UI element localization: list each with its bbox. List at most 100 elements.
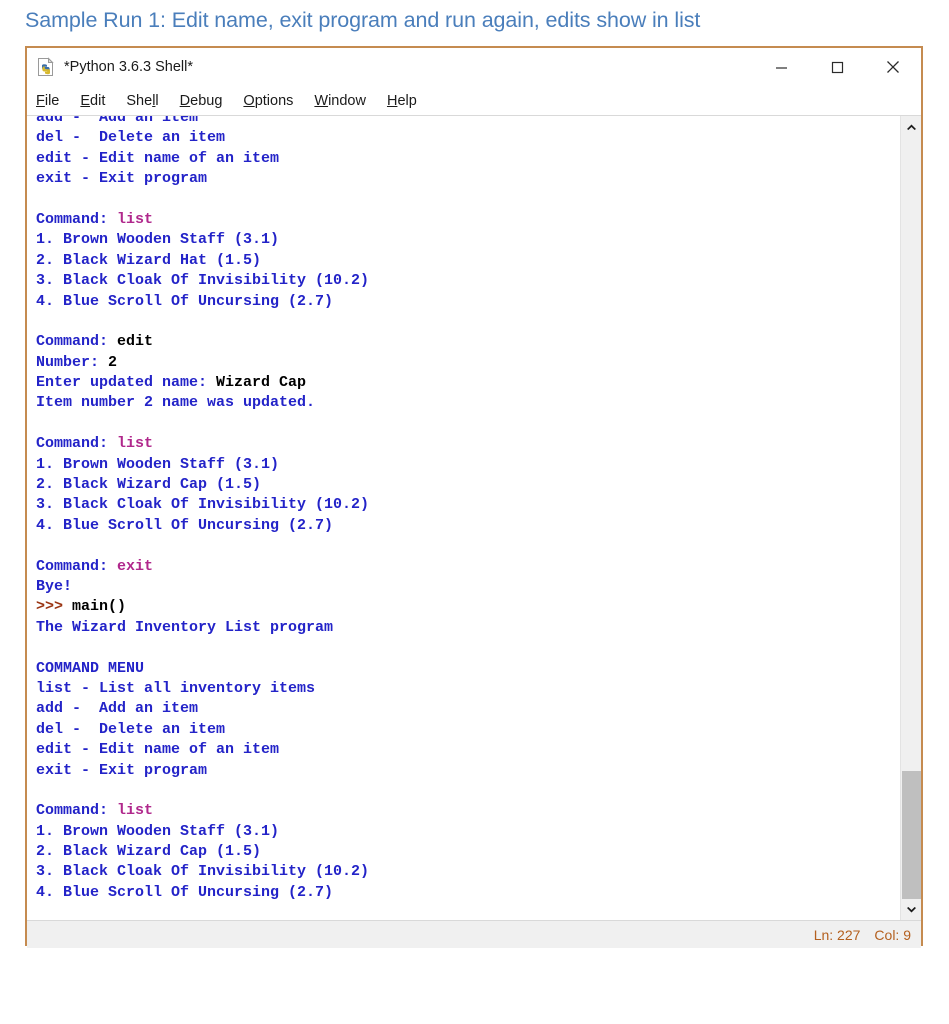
shell-segment-out: The Wizard Inventory List program [36, 618, 334, 636]
shell-output-region[interactable]: add - Add an item del - Delete an item edi… [27, 116, 900, 920]
shell-segment-out: exit - Exit program [36, 761, 208, 779]
shell-segment-out: add - Add an item [36, 116, 199, 126]
shell-segment-out: 3. Black Cloak Of Invisibility (10.2) [36, 863, 370, 881]
shell-segment-out: COMMAND MENU [36, 659, 145, 677]
shell-segment-out: 4. Blue Scroll Of Uncursing (2.7) [36, 516, 334, 534]
shell-segment-out: 2. Black Wizard Hat (1.5) [36, 251, 262, 269]
menu-bar: File Edit Shell Debug Options Window Help [27, 86, 921, 115]
shell-line: 4. Blue Scroll Of Uncursing (2.7) [36, 516, 369, 536]
chevron-up-icon[interactable] [901, 116, 921, 137]
shell-line: COMMAND MENU [36, 659, 369, 679]
shell-segment-in: exit [117, 557, 154, 575]
shell-segment-out: 1. Brown Wooden Staff (3.1) [36, 231, 280, 249]
chevron-down-icon[interactable] [901, 899, 921, 920]
menu-item-debug[interactable]: Debug [180, 93, 223, 109]
shell-line: Command: list [36, 210, 369, 230]
shell-line: 1. Brown Wooden Staff (3.1) [36, 230, 369, 250]
shell-line: 4. Blue Scroll Of Uncursing (2.7) [36, 292, 369, 312]
shell-line: 3. Black Cloak Of Invisibility (10.2) [36, 495, 369, 515]
shell-segment-out: add - Add an item [36, 700, 199, 718]
shell-segment-user: edit [117, 333, 154, 351]
shell-line: The Wizard Inventory List program [36, 618, 369, 638]
shell-segment-out: exit - Exit program [36, 170, 208, 188]
title-bar[interactable]: *Python 3.6.3 Shell* [27, 48, 921, 86]
menu-item-window[interactable]: Window [314, 93, 366, 109]
shell-text-area[interactable]: add - Add an item del - Delete an item edi… [27, 115, 921, 920]
shell-line: Enter updated name: Wizard Cap [36, 373, 369, 393]
shell-segment-in: list [117, 802, 154, 820]
minimize-button[interactable] [753, 48, 809, 86]
menu-item-help[interactable]: Help [387, 93, 417, 109]
shell-line: Command: list [36, 434, 369, 454]
shell-segment-out: Number: [36, 353, 109, 371]
shell-segment-out: Bye! [36, 577, 73, 595]
shell-segment-out: 2. Black Wizard Cap (1.5) [36, 843, 262, 861]
shell-line: Bye! [36, 577, 369, 597]
shell-segment-out: 4. Blue Scroll Of Uncursing (2.7) [36, 883, 334, 901]
shell-line: del - Delete an item [36, 128, 369, 148]
shell-line: Item number 2 name was updated. [36, 393, 369, 413]
shell-segment-out: Command: [36, 210, 118, 228]
shell-line: Number: 2 [36, 353, 369, 373]
shell-segment-out: 3. Black Cloak Of Invisibility (10.2) [36, 496, 370, 514]
window-controls [753, 48, 921, 86]
menu-item-options[interactable]: Options [243, 93, 293, 109]
shell-segment-user: 2 [108, 353, 118, 371]
vertical-scrollbar[interactable] [900, 116, 921, 920]
shell-line: 2. Black Wizard Cap (1.5) [36, 842, 369, 862]
shell-line: add - Add an item [36, 699, 369, 719]
shell-segment-out: del - Delete an item [36, 129, 226, 147]
shell-segment-in: list [117, 210, 154, 228]
shell-segment-out: Item number 2 name was updated. [36, 394, 316, 412]
shell-segment-user: main() [72, 598, 127, 616]
shell-line: 3. Black Cloak Of Invisibility (10.2) [36, 862, 369, 882]
shell-line: list - List all inventory items [36, 679, 369, 699]
shell-segment-out: list - List all inventory items [36, 679, 316, 697]
shell-segment-out: 4. Blue Scroll Of Uncursing (2.7) [36, 292, 334, 310]
shell-segment-out: 3. Black Cloak Of Invisibility (10.2) [36, 272, 370, 290]
shell-line: exit - Exit program [36, 761, 369, 781]
status-column-number: Col: 9 [874, 926, 911, 943]
shell-line: add - Add an item [36, 116, 369, 128]
shell-line: 1. Brown Wooden Staff (3.1) [36, 455, 369, 475]
slide-caption: Sample Run 1: Edit name, exit program an… [25, 8, 701, 32]
maximize-button[interactable] [809, 48, 865, 86]
menu-item-edit[interactable]: Edit [80, 93, 105, 109]
shell-line: edit - Edit name of an item [36, 149, 369, 169]
shell-line: Command: edit [36, 332, 369, 352]
shell-segment-out: edit - Edit name of an item [36, 149, 280, 167]
shell-line: del - Delete an item [36, 720, 369, 740]
status-line-number: Ln: 227 [813, 926, 861, 943]
menu-item-file[interactable]: File [36, 93, 59, 109]
shell-segment-out: Command: [36, 557, 118, 575]
scrollbar-thumb[interactable] [902, 771, 921, 919]
shell-segment-in: list [117, 435, 154, 453]
shell-lines: add - Add an item del - Delete an item edi… [36, 116, 369, 903]
shell-segment-out: 1. Brown Wooden Staff (3.1) [36, 455, 280, 473]
shell-segment-out: Enter updated name: [36, 374, 217, 392]
shell-segment-out: Command: [36, 435, 118, 453]
shell-segment-out: edit - Edit name of an item [36, 741, 280, 759]
python-shell-window: *Python 3.6.3 Shell* File Edit Shell Debug O [25, 46, 923, 948]
shell-segment-out: 2. Black Wizard Cap (1.5) [36, 476, 262, 494]
window-title: *Python 3.6.3 Shell* [64, 59, 193, 75]
shell-segment-out: del - Delete an item [36, 720, 226, 738]
menu-item-shell[interactable]: Shell [126, 93, 158, 109]
shell-segment-out: Command: [36, 333, 118, 351]
python-file-icon [36, 57, 56, 77]
shell-line: exit - Exit program [36, 169, 369, 189]
shell-line: edit - Edit name of an item [36, 740, 369, 760]
shell-line: 1. Brown Wooden Staff (3.1) [36, 822, 369, 842]
close-button[interactable] [865, 48, 921, 86]
status-bar: Ln: 227 Col: 9 [27, 920, 921, 948]
shell-line: 2. Black Wizard Cap (1.5) [36, 475, 369, 495]
shell-line: >>> main() [36, 597, 369, 617]
shell-line: 3. Black Cloak Of Invisibility (10.2) [36, 271, 369, 291]
shell-line: 2. Black Wizard Hat (1.5) [36, 251, 369, 271]
shell-segment-user: Wizard Cap [216, 374, 307, 392]
